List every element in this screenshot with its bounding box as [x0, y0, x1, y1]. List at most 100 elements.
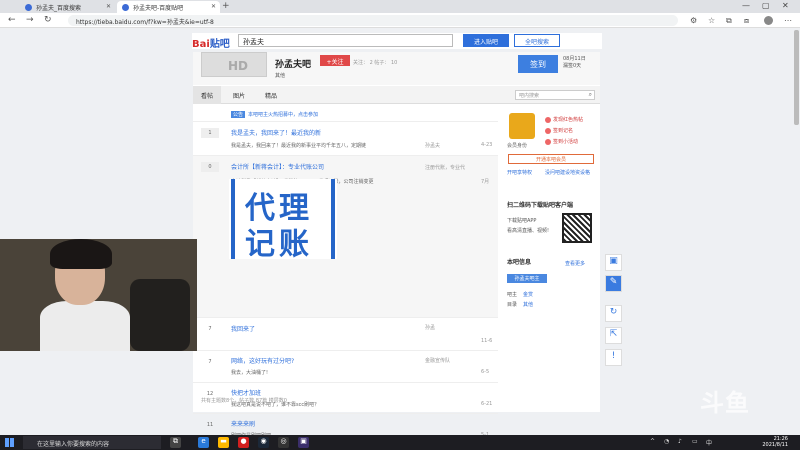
netease-icon[interactable]: ● — [238, 437, 249, 448]
forum-header: HD 孙孟夫吧 +关注 关注： 2 帖子： 10 其他 签到 08月11日 漏签… — [193, 52, 600, 85]
tray-chevron-icon[interactable]: ^ — [650, 438, 655, 445]
close-window-button[interactable]: ✕ — [782, 1, 789, 10]
tab-images[interactable]: 图片 — [225, 86, 253, 104]
circle-icon — [545, 127, 551, 134]
post-edit-button[interactable]: ✎ — [605, 275, 622, 292]
post-row[interactable]: 7 网络，这好玩有过分吧? 我去，大油桶了! 金融宣传队 6-5 — [193, 350, 498, 382]
share-button[interactable]: ⇱ — [605, 327, 622, 344]
post-author[interactable]: 孙孟 — [425, 324, 435, 331]
reply-count: 1 — [201, 128, 219, 138]
collections-icon[interactable]: ⧉ — [726, 16, 732, 26]
all-bar-search-button[interactable]: 全吧搜索 — [514, 34, 560, 47]
post-author[interactable]: 金融宣传队 — [425, 357, 450, 364]
back-icon[interactable]: ← — [8, 15, 16, 25]
ad-image[interactable]: 代理 记账 — [229, 179, 337, 262]
browser-tab-tieba[interactable]: 孙孟夫吧-百度贴吧 ✕ — [117, 1, 220, 13]
reply-count: 7 — [208, 326, 212, 332]
privilege-link[interactable]: 开吧享特权 — [507, 169, 532, 176]
share-icon[interactable]: ⧈ — [744, 16, 749, 26]
battery-icon[interactable]: ▭ — [692, 438, 698, 445]
forum-tabs: 看帖 图片 精品 吧内搜索 ⌕ — [193, 86, 600, 104]
forum-avatar[interactable]: HD — [201, 52, 267, 77]
sidebar-tool-button[interactable]: ▣ — [605, 254, 622, 271]
dir-value[interactable]: 其他 — [523, 301, 533, 308]
download-title: 扫二维码下载贴吧客户端 — [507, 202, 574, 209]
post-time: 4-23 — [481, 142, 493, 148]
right-link[interactable]: 签到小活动 — [545, 138, 578, 145]
browser-tab-search[interactable]: 孙孟夫_百度搜索 ✕ — [20, 1, 115, 13]
medal-label: 会员身份 — [507, 143, 528, 149]
right-link[interactable]: 发现红色热帖 — [545, 116, 583, 123]
steam-icon[interactable]: ◉ — [258, 437, 269, 448]
extension-icon[interactable]: ⚙ — [690, 16, 697, 25]
tab-posts[interactable]: 看帖 — [193, 86, 222, 104]
medal-icon — [509, 113, 535, 139]
notice-row[interactable]: 公告 本吧吧主火热招募中，点击参加 — [231, 111, 318, 118]
reply-count: 11 — [206, 422, 214, 428]
app-icon[interactable]: ▣ — [298, 437, 309, 448]
forward-icon[interactable]: → — [26, 15, 34, 25]
explorer-icon[interactable]: ▬ — [218, 437, 229, 448]
bar-info-more[interactable]: 查看更多 — [565, 260, 585, 267]
task-view-icon[interactable]: ⧉ — [170, 437, 181, 448]
new-tab-button[interactable]: + — [222, 1, 230, 11]
post-title[interactable]: 来来来刷 — [231, 419, 255, 428]
follow-button[interactable]: +关注 — [320, 55, 350, 66]
tab-featured[interactable]: 精品 — [257, 86, 285, 104]
maximize-button[interactable]: ▢ — [762, 1, 770, 10]
post-excerpt: 我去，大油桶了! — [231, 370, 269, 376]
windows-start-icon[interactable] — [5, 438, 14, 447]
build-link[interactable]: 没问吧建设地资设格 — [545, 169, 590, 176]
download-line2: 看高清直播、视频! — [507, 228, 550, 234]
favorite-icon[interactable]: ☆ — [708, 16, 715, 25]
post-title[interactable]: 我回来了 — [231, 324, 255, 333]
right-link[interactable]: 签到记名 — [545, 127, 573, 134]
url-field[interactable]: https://tieba.baidu.com/f?kw=孙孟夫&ie=utf-… — [68, 15, 678, 26]
speaker-icon[interactable]: ♪ — [678, 438, 682, 445]
ad-text-line2: 记账 — [245, 227, 313, 262]
forum-name[interactable]: 孙孟夫吧 — [275, 57, 311, 70]
circle-icon — [545, 138, 551, 145]
douyu-watermark: 斗鱼 — [700, 389, 750, 417]
minimize-button[interactable]: — — [742, 1, 750, 10]
tieba-logo[interactable]: Bai贴吧 — [192, 35, 230, 50]
reply-count: 7 — [208, 359, 212, 365]
post-title[interactable]: 会计所【新蒋会计】：专业代账公司 — [231, 162, 324, 171]
close-icon[interactable]: ✕ — [106, 3, 111, 10]
owner-value[interactable]: 金赏 — [523, 291, 533, 298]
notice-tag: 公告 — [231, 111, 246, 118]
profile-avatar[interactable] — [764, 16, 773, 25]
network-icon[interactable]: ◔ — [664, 438, 669, 445]
taskbar-search[interactable]: 在这里输入你要搜索的内容 — [23, 436, 161, 449]
close-icon[interactable]: ✕ — [211, 3, 216, 10]
search-icon[interactable]: ⌕ — [589, 91, 592, 99]
circle-icon — [545, 116, 551, 123]
paw-icon — [122, 4, 129, 11]
sign-in-button[interactable]: 签到 — [518, 55, 558, 73]
post-row[interactable]: 7 我回来了 孙孟 11-6 — [193, 317, 498, 350]
bar-owner-button[interactable]: 孙孟夫吧主 — [507, 274, 547, 283]
post-author[interactable]: 孙孟夫 — [425, 142, 440, 149]
webcam-overlay — [0, 239, 197, 351]
post-row[interactable]: 1 我是孟夫，我回来了！最近我的新 我是孟夫，我回来了！最近我的新事业平均千年五… — [193, 121, 498, 155]
post-title[interactable]: 快把才加班 — [231, 388, 261, 397]
ime-icon[interactable]: 中 — [706, 438, 712, 447]
sign-date: 08月11日 漏签0天 — [563, 56, 586, 69]
search-input[interactable]: 孙孟夫 — [238, 34, 453, 47]
join-member-button[interactable]: 开通本吧会员 — [508, 154, 594, 164]
scrollbar[interactable] — [794, 30, 799, 125]
refresh-button[interactable]: ↻ — [605, 305, 622, 322]
bar-info-title: 本吧信息 — [507, 259, 532, 266]
more-icon[interactable]: ⋯ — [784, 16, 792, 25]
report-button[interactable]: ! — [605, 349, 622, 366]
refresh-icon[interactable]: ↻ — [44, 15, 52, 25]
post-title[interactable]: 我是孟夫，我回来了！最近我的新 — [231, 128, 321, 137]
post-author[interactable]: 注册代账，专业代 — [425, 164, 465, 171]
post-title[interactable]: 网络，这好玩有过分吧? — [231, 356, 294, 365]
taskbar-clock[interactable]: 21:26 2021/8/11 — [748, 436, 788, 448]
reply-count: 0 — [201, 162, 219, 172]
bar-search-input[interactable]: 吧内搜索 ⌕ — [515, 90, 595, 100]
edge-icon[interactable]: e — [198, 437, 209, 448]
enter-bar-button[interactable]: 进入贴吧 — [463, 34, 509, 47]
obs-icon[interactable]: ◎ — [278, 437, 289, 448]
